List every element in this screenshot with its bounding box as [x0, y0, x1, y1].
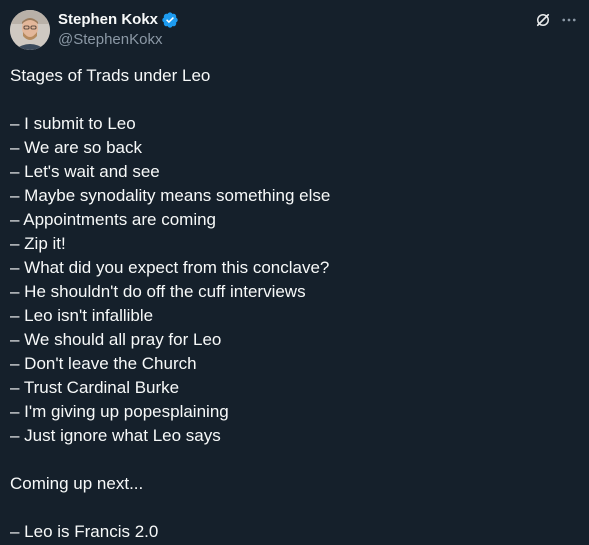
- grok-icon[interactable]: [533, 10, 553, 30]
- verified-badge-icon[interactable]: [161, 11, 179, 29]
- tweet-card: Stephen Kokx @StephenKokx Stages of Trad…: [0, 0, 589, 545]
- author-name-row: Stephen Kokx: [58, 10, 179, 30]
- author-info: Stephen Kokx @StephenKokx: [58, 10, 179, 50]
- author-display-name[interactable]: Stephen Kokx: [58, 10, 158, 30]
- more-horizontal-icon[interactable]: [559, 10, 579, 30]
- tweet-text: Stages of Trads under Leo – I submit to …: [10, 66, 331, 541]
- profile-photo-icon: [10, 10, 50, 50]
- tweet-header-actions: [533, 10, 579, 30]
- author-avatar[interactable]: [10, 10, 50, 50]
- author-handle[interactable]: @StephenKokx: [58, 30, 179, 50]
